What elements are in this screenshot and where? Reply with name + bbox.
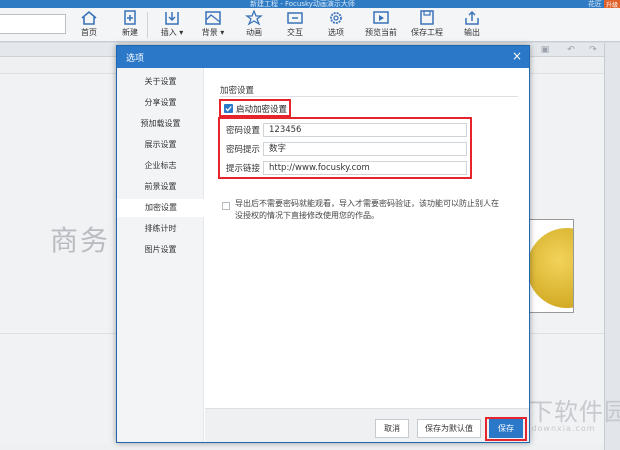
home-icon (79, 10, 99, 26)
export-no-password-checkbox[interactable] (222, 202, 230, 210)
password-label: 密码设置 (226, 126, 261, 136)
close-icon[interactable]: × (511, 50, 523, 62)
star-icon (244, 9, 264, 26)
address-field[interactable] (0, 14, 66, 34)
gear-icon (326, 10, 346, 26)
redo-icon[interactable]: ↷ (588, 45, 598, 55)
options-button[interactable]: 选项 (316, 10, 356, 38)
nav-item-encryption[interactable]: 加密设置 (117, 199, 205, 217)
animation-button[interactable]: 动画 (234, 9, 274, 38)
home-label: 首页 (81, 28, 97, 37)
insert-button[interactable]: 插入 ▾ (152, 10, 192, 38)
interaction-label: 交互 (287, 28, 303, 37)
new-label: 新建 (122, 28, 138, 37)
nav-item-about[interactable]: 关于设置 (117, 73, 204, 91)
interaction-button[interactable]: 交互 (275, 10, 315, 38)
preview-label: 预览当前 (365, 28, 397, 37)
home-button[interactable]: 首页 (69, 10, 109, 38)
password-fields-highlight: 密码设置 123456 密码提示 数字 提示链接 http://www.focu… (218, 117, 472, 179)
enable-encryption-checkbox[interactable] (224, 104, 233, 113)
export-icon (462, 10, 482, 26)
hint-link-label: 提示链接 (226, 164, 261, 174)
password-hint-input[interactable]: 数字 (263, 142, 467, 156)
background-label: 背景 ▾ (201, 28, 225, 37)
nav-item-rehearsal[interactable]: 排练计时 (117, 220, 204, 238)
copy-icon[interactable]: ▣ (540, 45, 550, 55)
interaction-icon (285, 10, 305, 26)
save-default-button[interactable]: 保存为默认值 (417, 419, 481, 438)
export-label: 输出 (464, 28, 480, 37)
preview-button[interactable]: 预览当前 (359, 10, 403, 38)
nav-item-share[interactable]: 分享设置 (117, 94, 204, 112)
undo-icon[interactable]: ↶ (566, 45, 576, 55)
insert-icon (162, 10, 182, 26)
encryption-panel: 加密设置 启动加密设置 密码设置 123456 密码提示 数字 提示链接 htt… (205, 68, 529, 442)
save-icon (417, 10, 437, 26)
nav-item-logo[interactable]: 企业标志 (117, 157, 204, 175)
save-button[interactable]: 保存 (489, 419, 523, 438)
cancel-button[interactable]: 取消 (375, 419, 409, 438)
new-file-icon (120, 10, 140, 26)
options-label: 选项 (328, 28, 344, 37)
check-icon (225, 106, 232, 112)
save-project-label: 保存工程 (411, 28, 443, 37)
options-dialog: 选项 × 关于设置 分享设置 预加载设置 展示设置 企业标志 前景设置 加密设置… (116, 45, 530, 443)
nav-item-foreground[interactable]: 前景设置 (117, 178, 204, 196)
section-title: 加密设置 (220, 86, 255, 96)
upgrade-badge[interactable]: 升级 (604, 0, 620, 9)
nav-item-display[interactable]: 展示设置 (117, 136, 204, 154)
enable-encryption-label[interactable]: 启动加密设置 (236, 103, 287, 115)
section-divider (220, 96, 518, 97)
export-no-password-note: 导出后不需要密码就能观看，导入才需要密码验证，该功能可以防止别人在没授权的情况下… (235, 199, 499, 220)
main-toolbar: 首页 新建 插入 ▾ 背景 ▾ 动画 交互 选项 预览当前 保存工程 输出 (0, 8, 620, 42)
save-project-button[interactable]: 保存工程 (404, 10, 450, 38)
toolbar-divider (147, 12, 148, 38)
background-button[interactable]: 背景 ▾ (193, 10, 233, 38)
password-hint-label: 密码提示 (226, 145, 261, 155)
options-nav: 关于设置 分享设置 预加载设置 展示设置 企业标志 前景设置 加密设置 排练计时… (117, 68, 205, 442)
dialog-footer: 取消 保存为默认值 保存 (205, 408, 529, 442)
animation-label: 动画 (246, 28, 262, 37)
dialog-header[interactable]: 选项 × (117, 46, 529, 68)
nav-item-image[interactable]: 图片设置 (117, 241, 204, 259)
password-input[interactable]: 123456 (263, 123, 467, 137)
background-icon (203, 10, 223, 26)
insert-label: 插入 ▾ (160, 28, 184, 37)
hint-link-input[interactable]: http://www.focusky.com (263, 161, 467, 175)
export-button[interactable]: 输出 (452, 10, 492, 38)
dialog-title: 选项 (126, 54, 145, 64)
enable-encryption-highlight: 启动加密设置 (219, 99, 291, 117)
slide-background-text: 商务 (50, 224, 111, 257)
nav-item-preload[interactable]: 预加载设置 (117, 115, 204, 133)
preview-icon (371, 10, 391, 26)
new-button[interactable]: 新建 (110, 10, 150, 38)
title-bar: 新建工程 - Focusky动画演示大师 花匠 升级 (0, 0, 620, 9)
